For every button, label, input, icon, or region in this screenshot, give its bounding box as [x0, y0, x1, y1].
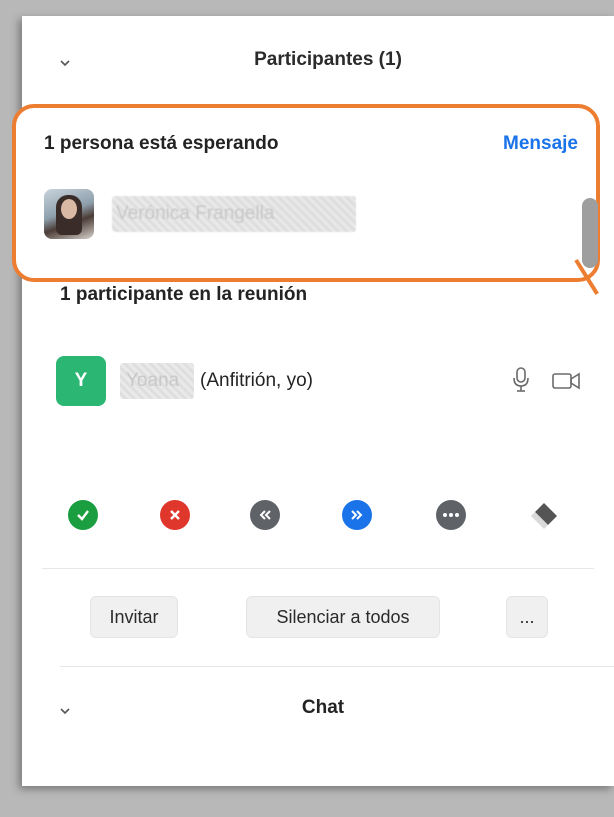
participant-name: Yoana — [120, 363, 194, 399]
action-icon-row — [22, 498, 614, 538]
more-options-button[interactable]: ... — [506, 596, 548, 638]
avatar — [44, 189, 94, 239]
invite-button[interactable]: Invitar — [90, 596, 178, 638]
divider — [42, 568, 594, 569]
video-camera-icon[interactable] — [552, 372, 580, 390]
participants-panel: Participantes (1) 1 persona está esperan… — [12, 16, 614, 786]
avatar: Y — [56, 356, 106, 406]
waiting-room-title: 1 persona está esperando — [44, 133, 279, 154]
divider — [60, 666, 614, 667]
in-meeting-title: 1 participante en la reunión — [60, 284, 308, 305]
chat-section-header: Chat — [22, 692, 614, 732]
chat-title: Chat — [301, 697, 345, 718]
more-icon[interactable] — [436, 500, 466, 530]
close-icon[interactable] — [160, 500, 190, 530]
scrollbar[interactable] — [582, 198, 598, 268]
check-icon[interactable] — [68, 500, 98, 530]
waiting-person-name[interactable]: Verónica Frangella — [112, 196, 356, 232]
fast-forward-icon[interactable] — [342, 500, 372, 530]
eraser-icon[interactable] — [526, 498, 562, 534]
participants-header: Participantes (1) — [22, 16, 614, 96]
rewind-icon[interactable] — [250, 500, 280, 530]
message-link[interactable]: Mensaje — [503, 133, 578, 155]
list-item[interactable]: Y Yoana (Anfitrión, yo) — [22, 356, 614, 412]
participant-role: (Anfitrión, yo) — [200, 370, 313, 391]
microphone-icon[interactable] — [512, 367, 530, 393]
waiting-room-section: 1 persona está esperando Mensaje Verónic… — [12, 104, 600, 282]
window-frame: Participantes (1) 1 persona está esperan… — [0, 0, 614, 817]
panel-title: Participantes (1) — [254, 49, 402, 70]
mute-all-button[interactable]: Silenciar a todos — [246, 596, 440, 638]
